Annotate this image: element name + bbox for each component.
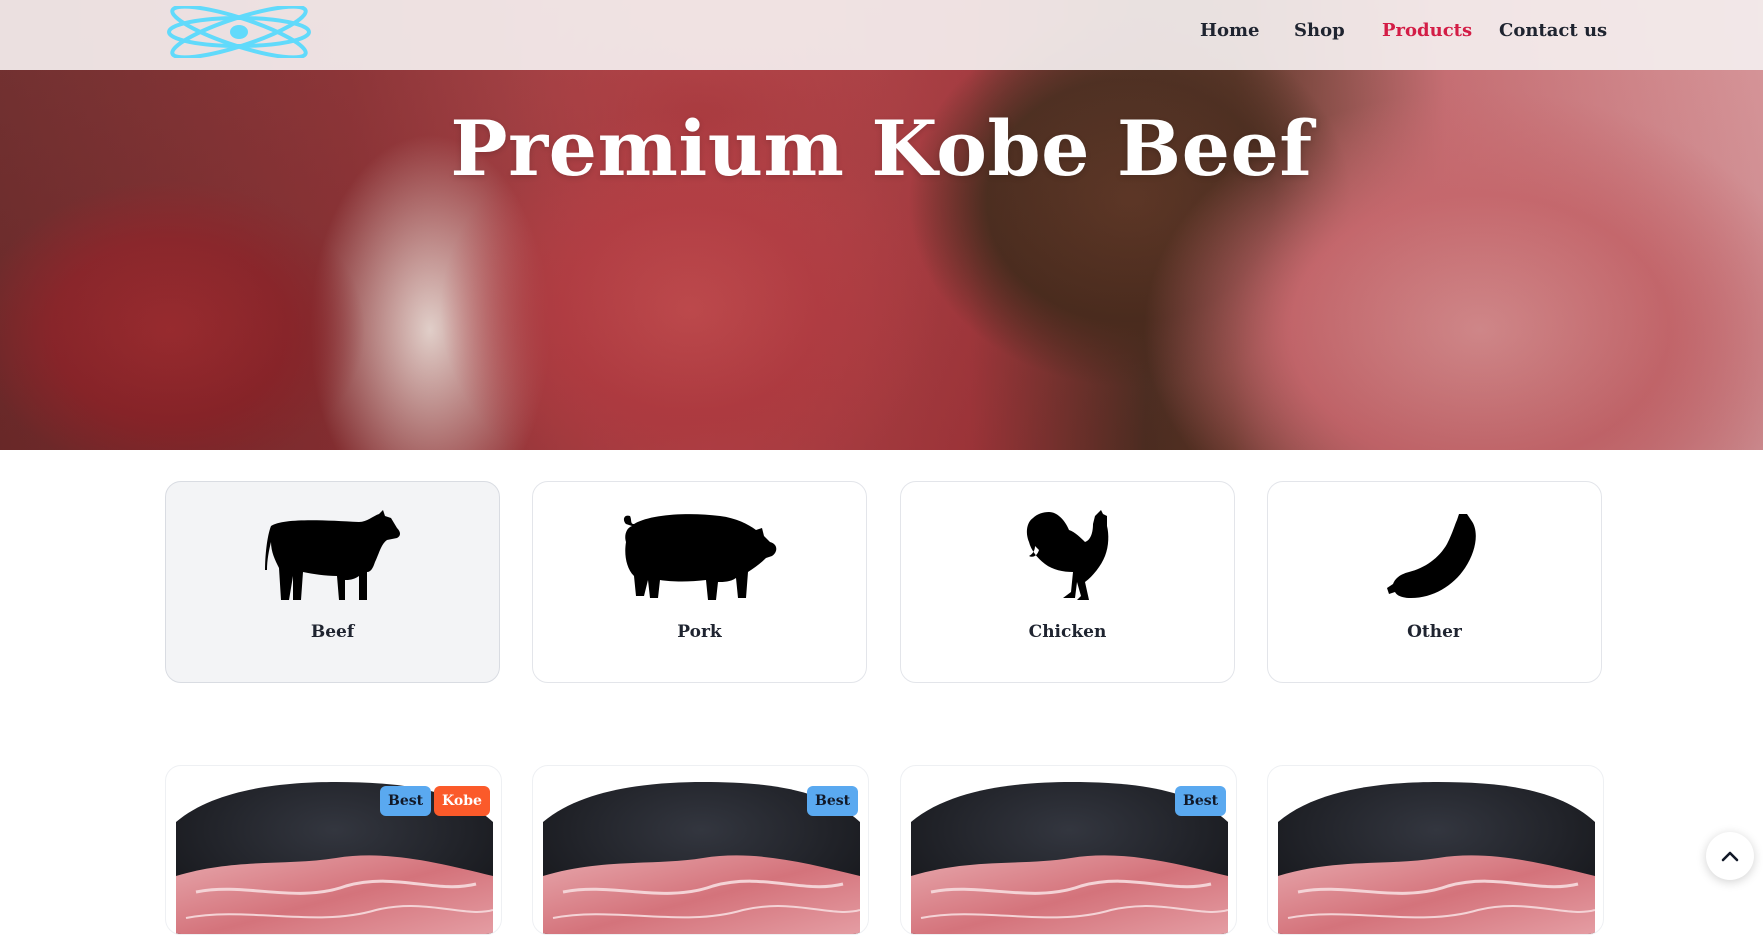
back-to-top-button[interactable] xyxy=(1706,832,1754,880)
category-label: Pork xyxy=(677,622,722,642)
product-image xyxy=(1278,782,1596,934)
pig-icon xyxy=(533,510,866,604)
nav-products[interactable]: Products xyxy=(1382,20,1472,41)
hero-title: Premium Kobe Beef xyxy=(450,104,1313,193)
badge-best: Best xyxy=(807,786,859,816)
product-card[interactable] xyxy=(1267,765,1604,935)
badge-best: Best xyxy=(380,786,432,816)
cow-icon xyxy=(166,510,499,604)
navbar: Home Shop Products Contact us xyxy=(0,0,1763,70)
product-card[interactable]: Best xyxy=(532,765,869,935)
nav-contact-us[interactable]: Contact us xyxy=(1499,20,1607,41)
nav-shop[interactable]: Shop xyxy=(1294,20,1345,41)
category-card-beef[interactable]: Beef xyxy=(165,481,500,683)
badge-best: Best xyxy=(1175,786,1227,816)
product-card[interactable]: Best Kobe xyxy=(165,765,502,935)
badge-kobe: Kobe xyxy=(434,786,490,816)
category-card-other[interactable]: Other xyxy=(1267,481,1602,683)
main-nav: Home Shop Products Contact us xyxy=(0,20,1763,50)
category-card-chicken[interactable]: Chicken xyxy=(900,481,1235,683)
category-label: Chicken xyxy=(1028,622,1107,642)
chevron-up-icon xyxy=(1721,851,1739,862)
rooster-icon xyxy=(901,510,1234,604)
sausage-icon xyxy=(1268,510,1601,604)
category-label: Other xyxy=(1407,622,1462,642)
category-card-pork[interactable]: Pork xyxy=(532,481,867,683)
nav-home[interactable]: Home xyxy=(1200,20,1260,41)
category-label: Beef xyxy=(310,622,355,642)
product-card[interactable]: Best xyxy=(900,765,1237,935)
